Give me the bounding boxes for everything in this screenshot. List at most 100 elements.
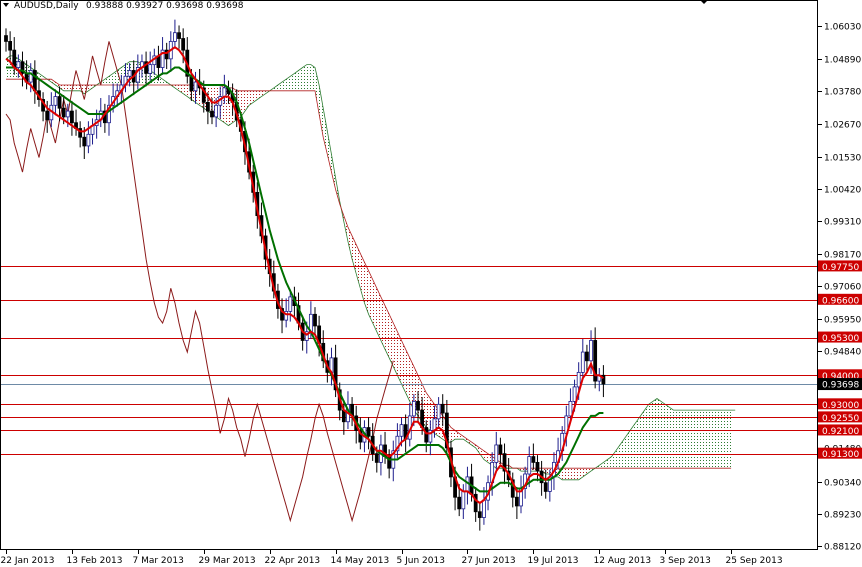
dropdown-triangle-icon — [3, 3, 9, 7]
candle-body — [86, 133, 91, 147]
candle-body — [572, 386, 577, 402]
x-tick-label: 13 Feb 2013 — [67, 556, 123, 566]
kumo-fill — [591, 398, 732, 472]
candle-body — [374, 453, 379, 463]
y-tick-label: 0.90340 — [824, 479, 861, 489]
kijun-line — [6, 66, 604, 493]
candle-body — [214, 104, 219, 118]
candle-body — [61, 107, 66, 118]
candle-body — [45, 110, 50, 121]
candle-body — [514, 496, 519, 507]
x-tick-label: 22 Jan 2013 — [1, 556, 55, 566]
candle-body — [531, 456, 536, 463]
candle-body — [193, 81, 198, 92]
y-tick-label: 1.00420 — [824, 186, 861, 196]
y-tick-label: 1.04890 — [824, 56, 861, 66]
chart-title: AUDUSD,Daily 0.93888 0.93927 0.93698 0.9… — [3, 1, 244, 11]
x-tick-label: 3 Sep 2013 — [660, 556, 711, 566]
ichimoku-cloud — [5, 55, 736, 481]
candle-body — [568, 401, 573, 417]
candle-body — [70, 110, 74, 124]
level-label: 0.95300 — [822, 334, 859, 344]
candle-body — [222, 87, 227, 97]
y-tick-label: 0.89230 — [824, 511, 861, 521]
level-label: 0.96600 — [822, 296, 859, 306]
y-tick-label: 1.03780 — [824, 88, 861, 98]
ohlc-values: 0.93888 0.93927 0.93698 0.93698 — [86, 1, 244, 11]
current-price-label: 0.93698 — [822, 381, 859, 391]
candle-body — [527, 456, 532, 475]
level-label: 0.92100 — [822, 427, 859, 437]
candle-body — [148, 64, 153, 74]
tenkan-line — [5, 45, 604, 505]
plot-area — [0, 19, 818, 531]
candle-body — [498, 444, 503, 455]
senkou-span-a — [5, 55, 736, 481]
level-label: 0.91300 — [822, 450, 859, 460]
y-tick-label: 0.95950 — [824, 316, 861, 326]
kijun-sen — [6, 66, 604, 493]
candle-body — [57, 96, 62, 109]
candle-body — [210, 110, 214, 118]
candle-body — [543, 482, 548, 492]
level-label: 0.92550 — [822, 414, 859, 424]
x-tick-label: 27 Jun 2013 — [462, 556, 516, 566]
candle-body — [440, 403, 445, 414]
candle-body — [366, 427, 371, 437]
candle-body — [177, 32, 181, 39]
level-label: 0.93000 — [822, 401, 859, 411]
candle-body — [173, 32, 177, 42]
candle-body — [181, 38, 186, 51]
candle-body — [189, 75, 194, 92]
y-tick-label: 0.98170 — [824, 251, 861, 261]
candle-body — [205, 101, 210, 112]
candle-body — [288, 296, 293, 312]
candle-body — [494, 444, 499, 463]
candle-body — [4, 35, 8, 42]
y-tick-label: 1.06030 — [824, 23, 861, 33]
level-label: 0.97750 — [822, 263, 859, 273]
candle-body — [8, 41, 13, 51]
y-tick-label: 0.88120 — [824, 543, 861, 553]
candle-body — [477, 511, 482, 518]
y-tick-label: 0.97060 — [824, 283, 861, 293]
candle-body — [589, 340, 593, 362]
x-tick-label: 29 Mar 2013 — [199, 556, 256, 566]
price-axis: 1.06030 1.04890 1.03780 1.02670 1.01530 1.004… — [818, 23, 862, 553]
x-tick-label: 12 Aug 2013 — [594, 556, 652, 566]
ichimoku-chart: 1.06030 1.04890 1.03780 1.02670 1.01530 1.004… — [0, 0, 862, 566]
candle-body — [53, 96, 58, 106]
tenkan-sen — [5, 45, 604, 505]
y-tick-label: 0.99310 — [824, 218, 861, 228]
symbol-label: AUDUSD,Daily — [14, 1, 79, 11]
x-tick-label: 7 Mar 2013 — [133, 556, 184, 566]
candle-body — [416, 401, 420, 411]
x-tick-label: 22 Apr 2013 — [265, 556, 321, 566]
candle-body — [457, 496, 462, 510]
x-tick-label: 25 Sep 2013 — [726, 556, 783, 566]
y-tick-label: 0.94840 — [824, 348, 861, 358]
candle-body — [576, 371, 581, 388]
candle-body — [411, 401, 416, 417]
y-tick-label: 1.01530 — [824, 154, 861, 164]
candle-body — [65, 110, 70, 118]
candle-body — [580, 351, 585, 373]
candle-body — [436, 403, 441, 420]
x-tick-label: 19 Jul 2013 — [528, 556, 579, 566]
candles — [4, 19, 606, 531]
candle-body — [28, 70, 33, 83]
candle-body — [313, 313, 317, 327]
candle-body — [82, 136, 87, 147]
candle-body — [16, 61, 21, 68]
candle-body — [482, 499, 486, 518]
candle-body — [399, 424, 404, 437]
candle-body — [585, 351, 589, 362]
x-tick-label: 14 May 2013 — [331, 556, 390, 566]
candle-body — [461, 491, 466, 510]
shift-marker-icon — [700, 0, 708, 4]
candle-body — [127, 70, 132, 77]
candle-body — [535, 461, 540, 472]
y-tick-label: 1.02670 — [824, 121, 861, 131]
candle-body — [424, 427, 429, 443]
time-axis: 22 Jan 2013 13 Feb 2013 7 Mar 2013 29 Mar 2… — [1, 550, 783, 566]
